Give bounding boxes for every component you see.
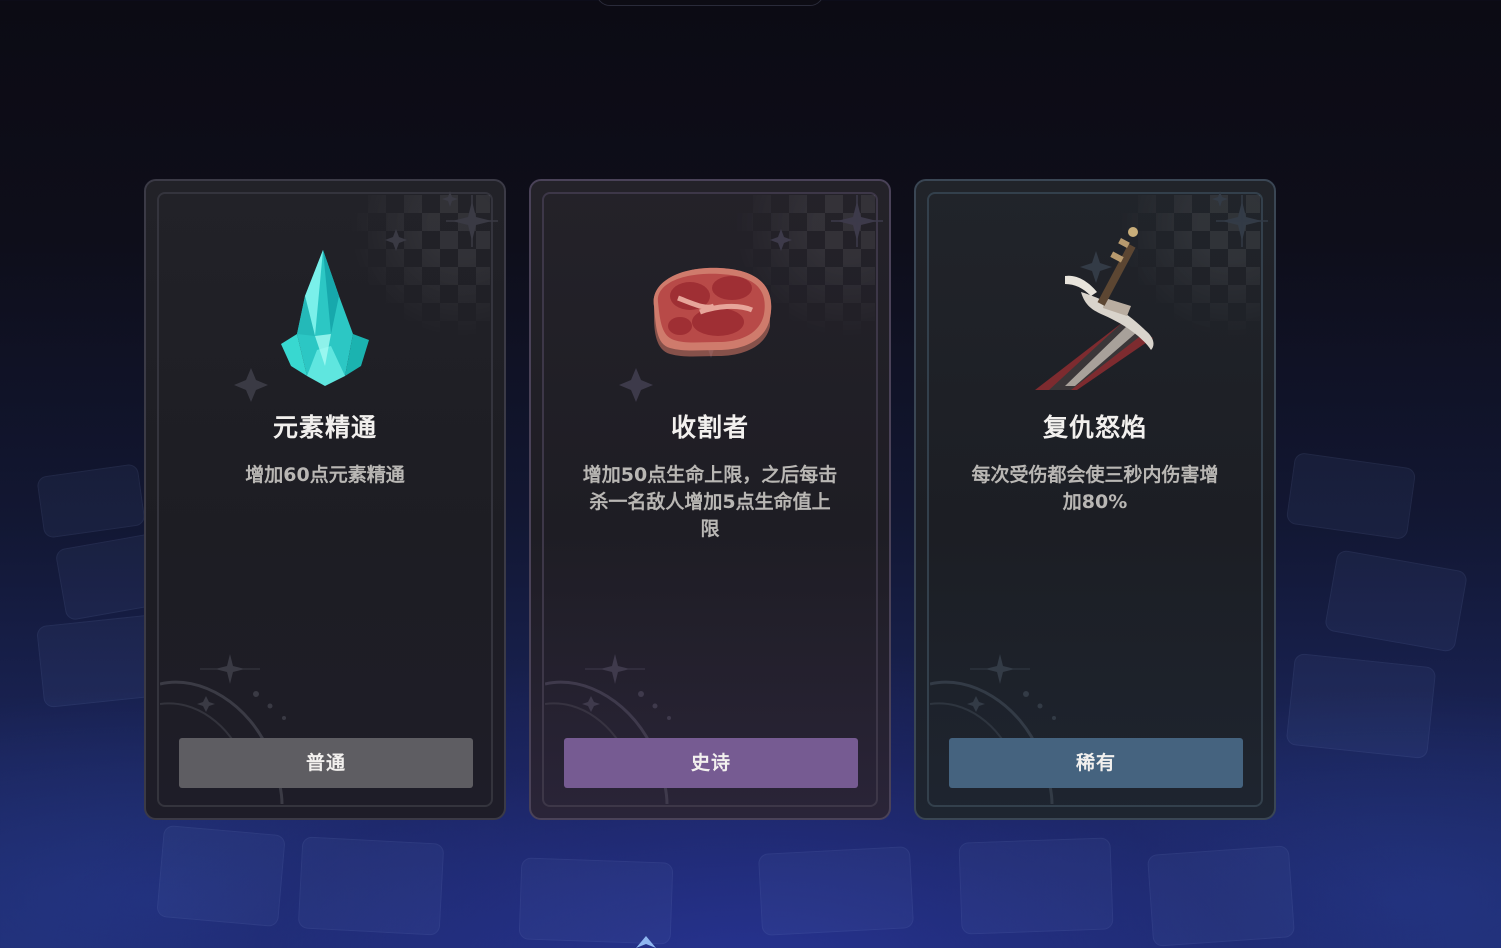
buff-card-vengeful-fury[interactable]: 复仇怒焰 每次受伤都会使三秒内伤害增加80% 稀有 bbox=[914, 179, 1276, 820]
rarity-button-common[interactable]: 普通 bbox=[179, 738, 473, 788]
rarity-button-rare[interactable]: 稀有 bbox=[949, 738, 1243, 788]
buff-card-reaper[interactable]: 收割者 增加50点生命上限，之后每击杀一名敌人增加5点生命值上限 史诗 bbox=[529, 179, 891, 820]
buff-choice-cards: 元素精通 增加60点元素精通 普通 收割者 增加50点生命上限，之后每击杀一名敌… bbox=[0, 0, 1501, 948]
rarity-button-epic[interactable]: 史诗 bbox=[564, 738, 858, 788]
raw-meat-icon bbox=[620, 226, 800, 396]
card-title: 元素精通 bbox=[272, 413, 377, 442]
card-description: 每次受伤都会使三秒内伤害增加80% bbox=[971, 464, 1219, 513]
card-description: 增加60点元素精通 bbox=[245, 464, 405, 486]
card-description: 增加50点生命上限，之后每击杀一名敌人增加5点生命值上限 bbox=[582, 464, 838, 540]
buff-card-elemental-mastery[interactable]: 元素精通 增加60点元素精通 普通 bbox=[144, 179, 506, 820]
bottom-indicator-icon bbox=[636, 936, 656, 948]
card-title: 复仇怒焰 bbox=[1042, 413, 1147, 442]
cyan-crystal-icon bbox=[235, 226, 415, 396]
card-title: 收割者 bbox=[670, 413, 749, 442]
greatsword-icon bbox=[1005, 226, 1185, 396]
